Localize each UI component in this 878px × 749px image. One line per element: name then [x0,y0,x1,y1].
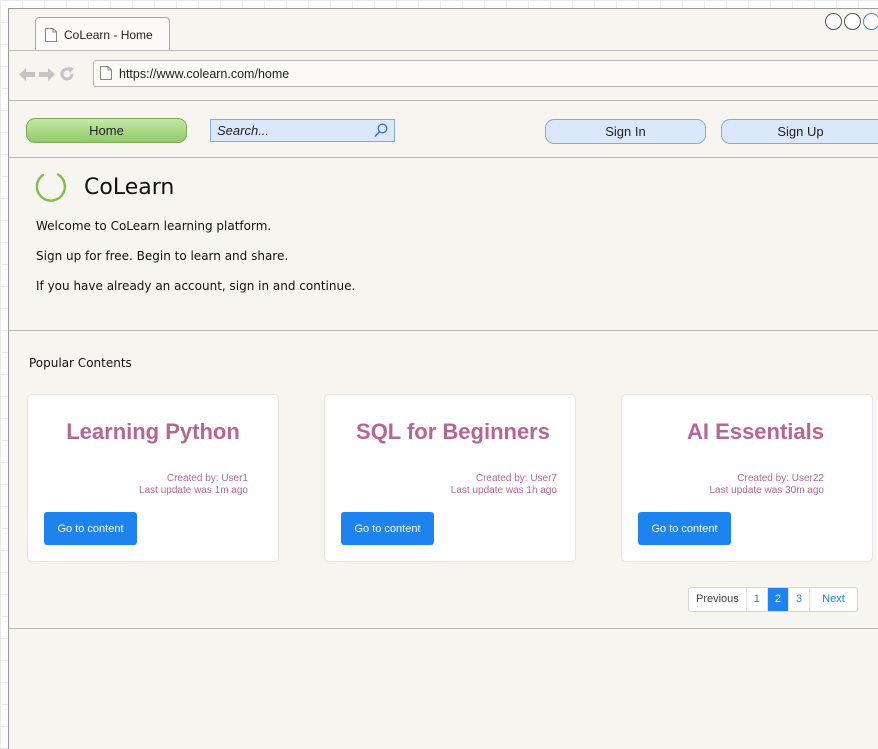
window-circle-icon[interactable] [844,13,861,30]
pagination-previous[interactable]: Previous [689,588,747,611]
go-to-content-button[interactable]: Go to content [341,512,434,545]
back-arrow-icon[interactable] [19,67,35,86]
pagination-page-3[interactable]: 3 [789,588,811,611]
content-card: Learning Python Created by: User1 Last u… [27,394,279,562]
go-to-content-button[interactable]: Go to content [44,512,137,545]
brand-name: CoLearn [84,175,175,200]
search-box [210,119,395,142]
colearn-logo-icon [33,169,69,210]
pagination: Previous 1 2 3 Next [688,587,858,612]
card-updated: Last update was 1h ago [450,485,557,496]
footer-divider [9,628,878,629]
reload-icon[interactable] [59,66,75,87]
header-divider [9,157,878,158]
sign-up-button[interactable]: Sign Up [721,119,878,144]
url-text: https://www.colearn.com/home [119,67,290,81]
card-author: Created by: User7 [475,473,557,484]
signup-text: Sign up for free. Begin to learn and sha… [36,249,289,263]
pagination-next[interactable]: Next [810,588,857,611]
section-heading: Popular Contents [29,356,132,370]
tab-divider [9,50,878,51]
content-card: SQL for Beginners Created by: User7 Last… [324,394,576,562]
tab-title: CoLearn - Home [64,28,153,42]
card-title[interactable]: Learning Python [28,419,278,445]
window-circle-icon[interactable] [863,13,878,30]
browser-tab[interactable]: CoLearn - Home [35,17,170,51]
card-author: Created by: User1 [166,473,248,484]
pagination-page-2[interactable]: 2 [767,588,790,611]
card-updated: Last update was 1m ago [139,485,248,496]
card-title[interactable]: SQL for Beginners [331,419,575,445]
browser-window: CoLearn - Home https://www.colearn.com/h… [8,8,878,749]
search-icon[interactable] [374,123,388,143]
welcome-text: Welcome to CoLearn learning platform. [36,219,272,233]
hero-divider [9,330,878,331]
forward-arrow-icon[interactable] [39,67,55,86]
card-title[interactable]: AI Essentials [687,419,824,445]
window-controls [825,13,878,30]
card-author: Created by: User22 [737,473,824,484]
address-bar[interactable]: https://www.colearn.com/home [93,60,878,87]
search-input[interactable] [211,120,371,141]
page-icon [100,66,112,85]
page-icon [45,28,57,47]
home-button[interactable]: Home [26,118,187,143]
window-circle-icon[interactable] [825,13,842,30]
pagination-page-1[interactable]: 1 [747,588,768,611]
navigation-controls [19,66,75,87]
content-card: AI Essentials Created by: User22 Last up… [621,394,873,562]
signin-text: If you have already an account, sign in … [36,279,356,293]
go-to-content-button[interactable]: Go to content [638,512,731,545]
card-updated: Last update was 30m ago [709,485,824,496]
toolbar-divider [9,100,878,101]
sign-in-button[interactable]: Sign In [545,119,706,144]
